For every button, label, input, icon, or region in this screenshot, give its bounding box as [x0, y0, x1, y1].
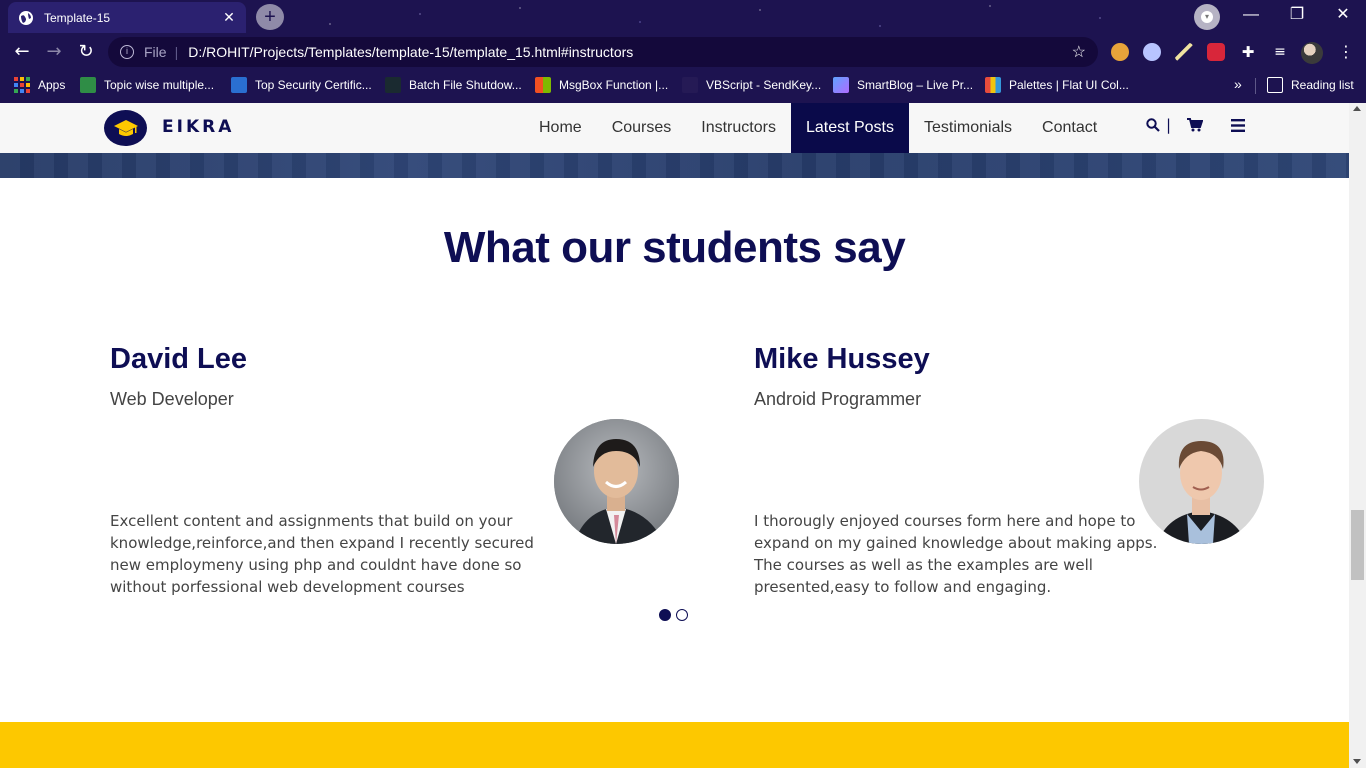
batch-site-icon [385, 77, 401, 93]
bookmark-item[interactable]: Topic wise multiple... [80, 76, 214, 94]
vbscript-site-icon [682, 77, 698, 93]
search-icon[interactable] [1146, 118, 1160, 138]
bookmark-item[interactable]: Palettes | Flat UI Col... [985, 76, 1129, 94]
cart-icon-svg [1187, 118, 1204, 132]
restore-button[interactable]: ❐ [1274, 0, 1320, 32]
reload-icon[interactable]: ↻ [74, 40, 98, 64]
window-close-button[interactable]: ✕ [1320, 0, 1366, 32]
testimonial-card: Mike Hussey Android Programmer I thoroug… [754, 343, 1314, 603]
bookmarks-overflow-icon[interactable]: » [1234, 76, 1242, 92]
minimize-button[interactable]: — [1228, 0, 1274, 32]
bookmark-label: SmartBlog – Live Pr... [857, 78, 974, 92]
nav-courses[interactable]: Courses [597, 103, 687, 153]
search-icon-svg [1146, 118, 1160, 132]
page-viewport: EIKRA Home Courses Instructors Latest Po… [0, 103, 1349, 768]
bookmark-label: Palettes | Flat UI Col... [1009, 78, 1129, 92]
microsoft-icon [535, 77, 551, 93]
carousel-pagination [659, 609, 688, 621]
apps-grid-icon [14, 77, 30, 93]
browser-toolbar: ← → ↻ i File | D:/ROHIT/Projects/Templat… [0, 34, 1366, 70]
cart-icon[interactable] [1187, 118, 1204, 138]
address-bar[interactable]: i File | D:/ROHIT/Projects/Templates/tem… [108, 37, 1098, 67]
bookmark-star-icon[interactable]: ☆ [1072, 42, 1086, 62]
bookmark-item[interactable]: Top Security Certific... [231, 76, 372, 94]
student-role: Web Developer [110, 389, 234, 409]
footer-band [0, 722, 1349, 768]
carousel-dot-2[interactable] [676, 609, 688, 621]
extension-eyes-icon[interactable] [1111, 43, 1129, 61]
bookmark-item[interactable]: VBScript - SendKey... [682, 76, 821, 94]
carousel-dot-1[interactable] [659, 609, 671, 621]
bookmark-label: MsgBox Function |... [559, 78, 669, 92]
hamburger-svg [1231, 119, 1245, 132]
page-scrollbar[interactable] [1349, 103, 1366, 768]
student-name: Mike Hussey [754, 343, 930, 375]
profile-menu-button[interactable]: ▾ [1194, 4, 1220, 30]
profile-avatar[interactable] [1301, 42, 1323, 64]
nav-latest-posts[interactable]: Latest Posts [790, 103, 909, 153]
reading-list-button[interactable]: Reading list [1267, 76, 1354, 94]
nav-testimonials[interactable]: Testimonials [909, 103, 1027, 153]
scroll-down-icon[interactable] [1353, 759, 1361, 764]
bookmark-label: VBScript - SendKey... [706, 78, 822, 92]
info-icon[interactable]: i [120, 45, 134, 59]
reading-list-icon [1267, 77, 1283, 93]
logo-text[interactable]: EIKRA [162, 117, 234, 137]
section-title: What our students say [443, 223, 906, 272]
forward-arrow-icon[interactable]: → [42, 40, 66, 64]
bookmarks-divider [1255, 78, 1256, 94]
extension-red-icon[interactable] [1207, 43, 1225, 61]
student-photo [554, 419, 679, 544]
header-separator: | [1166, 116, 1172, 134]
security-site-icon [231, 77, 247, 93]
main-nav: Home Courses Instructors Latest Posts Te… [524, 103, 1112, 153]
hero-image-strip [0, 153, 1349, 178]
url-text[interactable]: D:/ROHIT/Projects/Templates/template-15/… [188, 44, 1071, 60]
student-name: David Lee [110, 343, 247, 375]
back-arrow-icon[interactable]: ← [10, 40, 34, 64]
smartblog-icon [833, 77, 849, 93]
bookmark-label: Batch File Shutdow... [409, 78, 522, 92]
bookmark-apps[interactable]: Apps [14, 76, 65, 94]
bookmarks-bar: Apps Topic wise multiple... Top Security… [0, 72, 1366, 97]
scroll-thumb[interactable] [1351, 510, 1364, 580]
student-role: Android Programmer [754, 389, 922, 409]
site-header: EIKRA Home Courses Instructors Latest Po… [0, 103, 1349, 153]
bookmark-item[interactable]: Batch File Shutdow... [385, 76, 522, 94]
address-scheme-label: File [144, 44, 167, 60]
palettes-icon [985, 77, 1001, 93]
address-separator: | [174, 44, 179, 60]
close-tab-icon[interactable]: ✕ [222, 9, 236, 26]
globe-icon [19, 10, 33, 25]
testimonial-text: Excellent content and assignments that b… [110, 512, 534, 596]
extensions-puzzle-icon[interactable]: ✚ [1239, 43, 1257, 61]
tab-title: Template-15 [44, 10, 111, 25]
hamburger-menu-icon[interactable] [1231, 118, 1245, 138]
bookmark-label: Topic wise multiple... [104, 78, 215, 92]
browser-chrome: Template-15 ✕ + ▾ — ❐ ✕ ← → ↻ i File | D… [0, 0, 1366, 103]
testimonial-card: David Lee Web Developer Excellent conten… [110, 343, 679, 603]
new-tab-button[interactable]: + [256, 4, 284, 30]
student-photo-svg [554, 419, 679, 544]
browser-tab[interactable]: Template-15 ✕ [8, 2, 246, 33]
bookmark-item[interactable]: MsgBox Function |... [535, 76, 668, 94]
logo-cap-svg [113, 120, 138, 136]
media-queue-icon[interactable]: ≡ [1271, 43, 1289, 61]
graduation-cap-icon[interactable] [104, 110, 147, 146]
nav-contact[interactable]: Contact [1027, 103, 1112, 153]
scroll-up-icon[interactable] [1353, 106, 1361, 111]
testimonial-text: I thorougly enjoyed courses form here an… [754, 512, 1158, 596]
bookmark-item[interactable]: SmartBlog – Live Pr... [833, 76, 973, 94]
nav-instructors[interactable]: Instructors [686, 103, 791, 153]
geeks-icon [80, 77, 96, 93]
more-menu-icon[interactable]: ⋮ [1338, 42, 1354, 62]
bookmark-label: Top Security Certific... [255, 78, 372, 92]
extension-block-icon[interactable] [1143, 43, 1161, 61]
chevron-down-icon: ▾ [1201, 11, 1213, 23]
extension-wand-icon[interactable] [1175, 43, 1193, 61]
bookmark-label: Apps [38, 78, 66, 92]
reading-list-label: Reading list [1291, 78, 1354, 92]
nav-home[interactable]: Home [524, 103, 597, 153]
